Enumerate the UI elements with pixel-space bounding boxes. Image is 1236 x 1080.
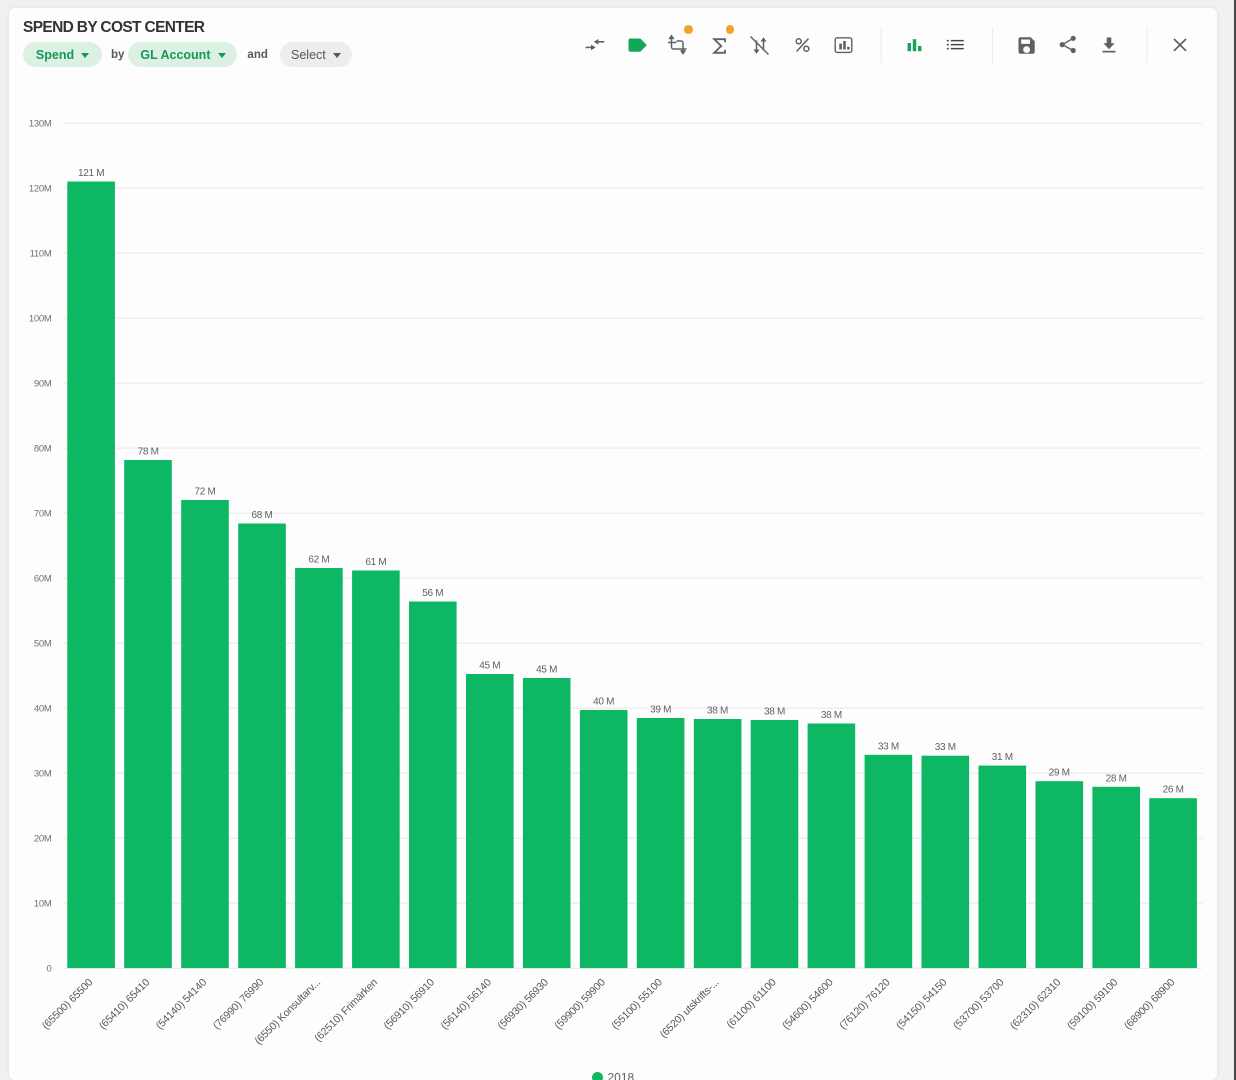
svg-text:38 M: 38 M	[707, 706, 728, 717]
svg-text:33 M: 33 M	[935, 742, 956, 753]
svg-text:(56140) 56140: (56140) 56140	[439, 976, 495, 1032]
svg-text:(54600) 54600: (54600) 54600	[780, 976, 836, 1032]
svg-text:45 M: 45 M	[479, 661, 500, 672]
svg-text:62 M: 62 M	[308, 555, 329, 566]
svg-text:61 M: 61 M	[365, 557, 386, 568]
svg-text:38 M: 38 M	[764, 707, 785, 718]
svg-text:121 M: 121 M	[78, 168, 104, 179]
svg-text:39 M: 39 M	[650, 705, 671, 716]
svg-text:(76990) 76990: (76990) 76990	[211, 976, 267, 1032]
svg-text:(59100) 59100: (59100) 59100	[1065, 976, 1121, 1032]
svg-text:28 M: 28 M	[1106, 773, 1127, 784]
svg-text:30M: 30M	[34, 769, 52, 780]
svg-text:50M: 50M	[34, 639, 52, 650]
svg-text:78 M: 78 M	[138, 447, 159, 458]
svg-text:0: 0	[47, 964, 52, 975]
svg-text:90M: 90M	[34, 379, 52, 390]
svg-text:(54150) 54150: (54150) 54150	[894, 976, 950, 1032]
svg-text:33 M: 33 M	[878, 741, 899, 752]
svg-text:(55100) 55100: (55100) 55100	[609, 976, 665, 1032]
svg-text:(65410) 65410: (65410) 65410	[97, 976, 153, 1032]
svg-text:110M: 110M	[30, 249, 52, 260]
svg-text:(54140) 54140: (54140) 54140	[154, 976, 210, 1032]
svg-text:40 M: 40 M	[593, 697, 614, 708]
svg-text:26 M: 26 M	[1163, 785, 1184, 796]
svg-text:(62310) 62310: (62310) 62310	[1008, 976, 1064, 1032]
svg-text:10M: 10M	[34, 899, 52, 910]
svg-text:(53700) 53700: (53700) 53700	[951, 976, 1007, 1032]
svg-text:120M: 120M	[29, 184, 52, 195]
svg-text:72 M: 72 M	[194, 487, 215, 498]
svg-text:45 M: 45 M	[536, 665, 557, 676]
svg-text:(76120) 76120: (76120) 76120	[837, 976, 893, 1032]
svg-text:(68900) 68900: (68900) 68900	[1122, 976, 1178, 1032]
svg-text:29 M: 29 M	[1049, 768, 1070, 779]
svg-text:(61100) 61100: (61100) 61100	[724, 976, 778, 1030]
svg-text:68 M: 68 M	[251, 510, 272, 521]
svg-text:(56910) 56910: (56910) 56910	[382, 976, 438, 1032]
svg-text:2018: 2018	[608, 1071, 635, 1080]
svg-text:20M: 20M	[34, 834, 52, 845]
svg-text:60M: 60M	[34, 574, 52, 585]
svg-text:56 M: 56 M	[422, 588, 443, 599]
svg-text:(59900) 59900: (59900) 59900	[552, 976, 608, 1032]
svg-text:80M: 80M	[34, 444, 52, 455]
svg-text:40M: 40M	[34, 704, 52, 715]
svg-text:38 M: 38 M	[821, 710, 842, 721]
svg-text:(62510) Frimärken: (62510) Frimärken	[312, 976, 380, 1044]
svg-text:(65500) 65500: (65500) 65500	[40, 976, 96, 1032]
svg-text:100M: 100M	[29, 314, 52, 325]
svg-text:130M: 130M	[29, 119, 52, 130]
svg-text:(56930) 56930: (56930) 56930	[495, 976, 551, 1032]
svg-text:(6520) utskrifts-...: (6520) utskrifts-...	[658, 977, 722, 1041]
svg-text:70M: 70M	[34, 509, 52, 520]
svg-text:31 M: 31 M	[992, 752, 1013, 763]
